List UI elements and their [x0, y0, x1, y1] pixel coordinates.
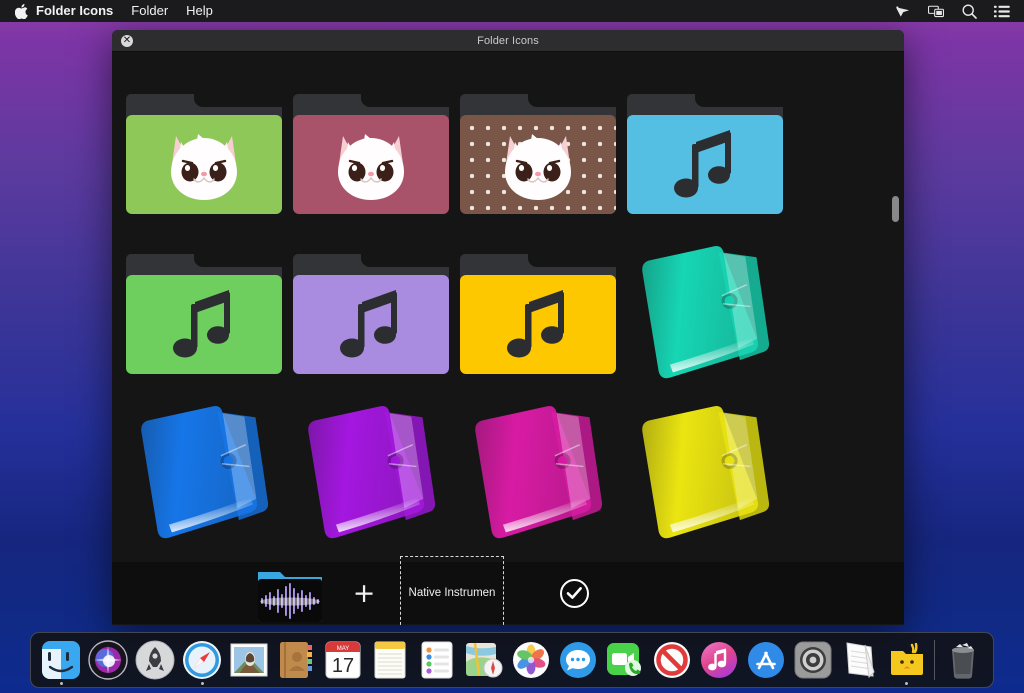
dock: MAY 17 — [30, 632, 994, 688]
folder-tab-notch — [193, 94, 282, 107]
folder-3d-magenta[interactable] — [463, 402, 613, 547]
grid-cell[interactable] — [120, 234, 287, 394]
dock-divider — [930, 640, 939, 680]
grid-cell[interactable] — [454, 394, 621, 554]
vertical-scrollbar[interactable] — [891, 76, 900, 560]
cursor-pointer-icon[interactable] — [895, 4, 911, 18]
dock-item-chick-folder[interactable] — [883, 632, 930, 688]
dock-item-trash[interactable] — [939, 632, 986, 688]
folder-3d-teal[interactable] — [630, 242, 780, 387]
dock-item-maps[interactable] — [461, 632, 508, 688]
folder-3d-yellow[interactable] — [630, 402, 780, 547]
folder-music-skyblue[interactable] — [626, 94, 783, 214]
cat-face-icon — [126, 115, 282, 214]
folder-preview-waveform-icon[interactable] — [252, 562, 328, 624]
folder-tab-notch — [193, 254, 282, 267]
running-indicator-dot — [59, 682, 63, 685]
dock-item-contacts[interactable] — [273, 632, 320, 688]
close-icon[interactable]: ✕ — [121, 35, 133, 47]
folder-tab-notch — [360, 254, 449, 267]
menu-item-folder-icons[interactable]: Folder Icons — [30, 0, 122, 22]
dock-item-reminders[interactable] — [414, 632, 461, 688]
dock-item-calendar[interactable]: MAY 17 — [320, 632, 367, 688]
folder-tab-notch — [694, 94, 783, 107]
drop-zone[interactable]: Native Instrumen — [400, 556, 504, 625]
folder-tab-notch — [527, 254, 616, 267]
grid-cell[interactable] — [454, 234, 621, 394]
grid-cell[interactable] — [621, 74, 788, 234]
dock-item-safari[interactable] — [179, 632, 226, 688]
running-indicator-dot — [200, 682, 204, 685]
dock-item-messages[interactable] — [555, 632, 602, 688]
folder-cat-brown-dots[interactable] — [459, 94, 616, 214]
menu-bar-status-items — [895, 3, 1014, 19]
window-title: Folder Icons — [477, 34, 539, 47]
apply-checkmark-button[interactable] — [560, 578, 589, 608]
grid-cell[interactable] — [621, 394, 788, 554]
cat-face-icon — [293, 115, 449, 214]
dock-item-itunes[interactable] — [696, 632, 743, 688]
folder-music-green[interactable] — [125, 254, 282, 374]
folder-3d-blue[interactable] — [129, 402, 279, 547]
music-note-icon — [126, 275, 282, 374]
dock-item-system-preferences[interactable] — [790, 632, 837, 688]
dock-item-facetime[interactable] — [602, 632, 649, 688]
running-indicator-dot — [905, 682, 909, 685]
grid-cell[interactable] — [287, 74, 454, 234]
folder-cat-rose[interactable] — [292, 94, 449, 214]
dock-item-textedit[interactable] — [836, 632, 883, 688]
folder-cat-green[interactable] — [125, 94, 282, 214]
window-titlebar[interactable]: ✕ Folder Icons — [112, 30, 904, 52]
bottom-toolbar: + Native Instrumen — [112, 556, 904, 625]
cat-face-icon — [460, 115, 616, 214]
dock-item-siri[interactable] — [85, 632, 132, 688]
desktop: Folder Icons Folder Help ✕ Folder Icons — [0, 0, 1024, 693]
drop-zone-label: Native Instrumen — [408, 587, 496, 599]
svg-text:MAY: MAY — [337, 646, 350, 652]
spotlight-search-icon[interactable] — [961, 3, 977, 19]
folder-tab-notch — [527, 94, 616, 107]
dock-item-finder[interactable] — [38, 632, 85, 688]
dock-item-mail[interactable] — [226, 632, 273, 688]
icon-grid — [112, 52, 904, 554]
dock-item-launchpad[interactable] — [132, 632, 179, 688]
control-center-icon[interactable] — [994, 4, 1010, 18]
menu-item-help[interactable]: Help — [177, 0, 222, 22]
scrollbar-thumb[interactable] — [892, 195, 899, 222]
dock-item-app-store[interactable] — [743, 632, 790, 688]
grid-cell[interactable] — [120, 394, 287, 554]
grid-cell[interactable] — [621, 234, 788, 394]
grid-cell[interactable] — [454, 74, 621, 234]
music-note-icon — [627, 115, 783, 214]
screen-mirroring-icon[interactable] — [928, 4, 944, 18]
folder-music-purple[interactable] — [292, 254, 449, 374]
apple-logo-icon[interactable] — [12, 3, 30, 19]
dock-item-photos[interactable] — [508, 632, 555, 688]
folder-3d-purple[interactable] — [296, 402, 446, 547]
grid-cell[interactable] — [287, 394, 454, 554]
svg-text:17: 17 — [332, 655, 354, 677]
menu-bar: Folder Icons Folder Help — [0, 0, 1024, 22]
grid-cell[interactable] — [287, 234, 454, 394]
icon-grid-area — [112, 52, 904, 562]
plus-icon: + — [352, 577, 376, 609]
menu-item-folder[interactable]: Folder — [122, 0, 177, 22]
folder-music-yellow[interactable] — [459, 254, 616, 374]
folder-tab-notch — [360, 94, 449, 107]
music-note-icon — [460, 275, 616, 374]
dock-item-restricted-app[interactable] — [649, 632, 696, 688]
folder-icons-window: ✕ Folder Icons + Native Instrumen — [112, 30, 904, 625]
music-note-icon — [293, 275, 449, 374]
grid-cell[interactable] — [120, 74, 287, 234]
dock-item-notes[interactable] — [367, 632, 414, 688]
